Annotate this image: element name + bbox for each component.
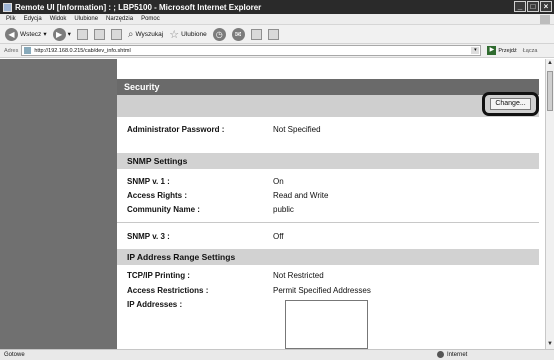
admin-password-label: Administrator Password : xyxy=(127,125,225,134)
change-button[interactable]: Change... xyxy=(490,98,531,110)
zone-label: Internet xyxy=(447,351,468,358)
history-button[interactable]: ◷ xyxy=(212,27,226,41)
snmp-section-title: SNMP Settings xyxy=(117,153,539,169)
go-label: Przejdź xyxy=(498,47,517,54)
star-icon: ☆ xyxy=(169,28,180,41)
community-name-value: public xyxy=(273,205,294,214)
access-restrictions-label: Access Restrictions : xyxy=(127,286,209,295)
minimize-button[interactable]: _ xyxy=(514,1,526,12)
scroll-thumb[interactable] xyxy=(547,71,553,111)
menu-help[interactable]: Pomoc xyxy=(141,16,160,22)
back-label: Wstecz xyxy=(20,30,42,38)
address-url: http://192.168.0.215/cab/dev_info.shtml xyxy=(34,47,131,54)
snmp-v1-row: SNMP v. 1 : On xyxy=(127,177,284,186)
window-title: Remote UI [Information] : ; LBP5100 - Mi… xyxy=(15,2,262,12)
address-bar: Adres http://192.168.0.215/cab/dev_info.… xyxy=(0,44,554,58)
ip-addresses-list[interactable] xyxy=(285,300,368,349)
search-icon: ⌕ xyxy=(127,28,134,40)
admin-password-value: Not Specified xyxy=(273,125,321,134)
maximize-button[interactable]: □ xyxy=(527,1,539,12)
browser-toolbar: ◀ Wstecz ▾ ▶ ▾ ⌕ Wyszukaj ☆ Ulubione ◷ ✉ xyxy=(0,25,554,44)
favorites-button[interactable]: ☆ Ulubione xyxy=(169,28,207,41)
menu-edit[interactable]: Edycja xyxy=(24,16,42,22)
mail-button[interactable]: ✉ xyxy=(231,27,245,41)
forward-arrow-icon: ▶ xyxy=(52,27,66,41)
scroll-down-icon[interactable]: ▼ xyxy=(546,340,554,349)
community-name-label: Community Name : xyxy=(127,205,200,214)
left-nav-panel xyxy=(0,59,117,349)
page-icon xyxy=(24,47,32,54)
snmp-v1-value: On xyxy=(273,177,284,186)
home-button[interactable] xyxy=(110,28,122,40)
ip-range-section-title: IP Address Range Settings xyxy=(117,249,539,265)
links-button[interactable]: Łącza xyxy=(523,48,538,54)
vertical-scrollbar[interactable]: ▲ ▼ xyxy=(545,59,554,349)
window-title-bar: Remote UI [Information] : ; LBP5100 - Mi… xyxy=(0,0,554,14)
print-button[interactable] xyxy=(250,28,262,40)
tcpip-printing-row: TCP/IP Printing : Not Restricted xyxy=(127,271,324,280)
window-controls: _ □ × xyxy=(514,1,552,12)
search-button[interactable]: ⌕ Wyszukaj xyxy=(128,29,163,40)
menu-view[interactable]: Widok xyxy=(50,16,67,22)
go-arrow-icon: ▶ xyxy=(487,46,497,55)
edit-button[interactable] xyxy=(267,28,279,40)
main-content: Security Change... Administrator Passwor… xyxy=(117,59,545,349)
access-rights-row: Access Rights : Read and Write xyxy=(127,191,328,200)
access-restrictions-value: Permit Specified Addresses xyxy=(273,286,371,295)
mail-icon: ✉ xyxy=(231,27,245,41)
stop-icon xyxy=(76,28,88,40)
back-arrow-icon: ◀ xyxy=(5,27,18,41)
snmp-v3-label: SNMP v. 3 : xyxy=(127,232,170,241)
chevron-down-icon: ▾ xyxy=(43,31,47,38)
scroll-up-icon[interactable]: ▲ xyxy=(546,59,554,68)
refresh-icon xyxy=(93,28,105,40)
ie-icon xyxy=(3,2,12,12)
divider xyxy=(117,222,539,223)
status-text: Gotowe xyxy=(4,352,25,358)
chevron-down-icon: ▾ xyxy=(67,31,71,38)
forward-button[interactable]: ▶ ▾ xyxy=(52,27,71,41)
tcpip-printing-label: TCP/IP Printing : xyxy=(127,271,190,280)
globe-icon xyxy=(437,351,444,358)
chevron-down-icon[interactable]: ▾ xyxy=(471,47,480,54)
security-toolbar xyxy=(117,95,539,117)
search-label: Wyszukaj xyxy=(135,30,164,38)
home-icon xyxy=(110,28,122,40)
snmp-v3-value: Off xyxy=(273,232,284,241)
history-icon: ◷ xyxy=(212,27,226,41)
security-zone: Internet xyxy=(437,351,467,358)
community-name-row: Community Name : public xyxy=(127,205,294,214)
print-icon xyxy=(250,28,262,40)
security-section-title: Security xyxy=(117,79,539,95)
change-button-highlight: Change... xyxy=(482,92,539,116)
stop-button[interactable] xyxy=(76,28,88,40)
menu-tools[interactable]: Narzędzia xyxy=(106,16,133,22)
menu-file[interactable]: Plik xyxy=(6,16,16,22)
address-label: Adres xyxy=(4,47,19,54)
menu-bar: Plik Edycja Widok Ulubione Narzędzia Pom… xyxy=(0,14,554,25)
refresh-button[interactable] xyxy=(93,28,105,40)
admin-password-row: Administrator Password : Not Specified xyxy=(127,125,321,134)
edit-icon xyxy=(267,28,279,40)
access-rights-label: Access Rights : xyxy=(127,191,188,200)
tcpip-printing-value: Not Restricted xyxy=(273,271,324,280)
close-button[interactable]: × xyxy=(540,1,552,12)
menu-favorites[interactable]: Ulubione xyxy=(74,16,98,22)
address-input[interactable]: http://192.168.0.215/cab/dev_info.shtml … xyxy=(21,45,482,56)
windows-flag-icon xyxy=(540,15,550,24)
status-bar: Gotowe Internet xyxy=(0,349,554,360)
back-button[interactable]: ◀ Wstecz ▾ xyxy=(5,27,47,41)
snmp-v1-label: SNMP v. 1 : xyxy=(127,177,170,186)
access-rights-value: Read and Write xyxy=(273,191,329,200)
ip-addresses-row: IP Addresses : xyxy=(127,300,273,309)
snmp-v3-row: SNMP v. 3 : Off xyxy=(127,232,284,241)
favorites-label: Ulubione xyxy=(181,30,207,38)
go-button[interactable]: ▶ Przejdź xyxy=(487,46,517,55)
ip-addresses-label: IP Addresses : xyxy=(127,300,183,309)
access-restrictions-row: Access Restrictions : Permit Specified A… xyxy=(127,286,371,295)
